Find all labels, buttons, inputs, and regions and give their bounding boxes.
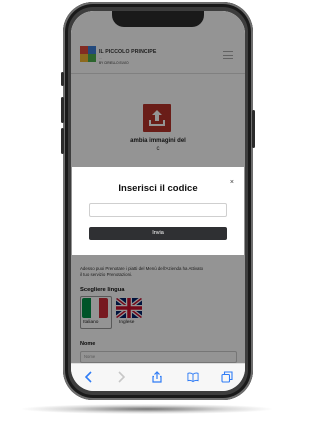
browser-toolbar [71,363,245,391]
mute-switch [61,72,64,86]
phone-frame: IL PICCOLO PRINCIPE ... BY CIRIELLO ELVI… [61,2,255,400]
share-icon[interactable] [151,371,163,383]
notch [112,11,204,27]
close-icon[interactable]: × [230,179,234,186]
volume-up-button [61,97,64,123]
screen: IL PICCOLO PRINCIPE ... BY CIRIELLO ELVI… [71,11,245,391]
submit-button[interactable]: Invia [89,227,227,240]
forward-icon[interactable] [115,371,127,383]
code-modal: Inserisci il codice × Invia [72,167,244,255]
code-input[interactable] [89,203,227,217]
bookmarks-icon[interactable] [187,371,199,383]
back-icon[interactable] [83,371,95,383]
volume-down-button [61,128,64,154]
tabs-icon[interactable] [221,371,233,383]
power-button [252,110,255,148]
floor-shadow [22,404,272,414]
modal-title: Inserisci il codice [118,183,198,194]
